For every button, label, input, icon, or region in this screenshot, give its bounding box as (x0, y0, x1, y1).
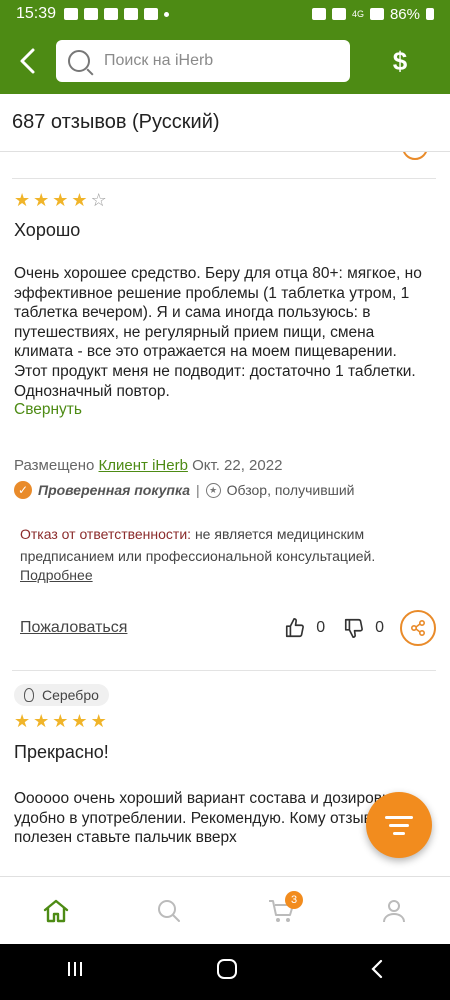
status-time: 15:39 (16, 5, 57, 22)
share-button[interactable] (400, 610, 436, 646)
home-button[interactable] (216, 958, 238, 986)
battery-percent: 86% (389, 5, 420, 23)
recents-icon (68, 962, 83, 976)
home-circle-icon (216, 959, 237, 979)
review-body: Очень хорошее средство. Беру для отца 80… (14, 265, 422, 400)
battery-icon (426, 8, 434, 20)
warning-icon (64, 8, 79, 20)
bottom-nav: 3 (0, 876, 450, 944)
filter-icon-line (389, 823, 409, 827)
votes: 0 0 (284, 617, 384, 639)
cart-count-badge: 3 (285, 891, 303, 909)
alarm-icon (331, 8, 346, 20)
back-button[interactable] (0, 28, 56, 94)
review-type: Обзор, получивший (226, 482, 355, 498)
network-type: 4G (351, 9, 364, 19)
nav-home[interactable] (0, 877, 113, 944)
filter-fab-button[interactable] (366, 792, 432, 858)
home-icon (44, 899, 69, 922)
thumbs-up-icon[interactable] (284, 617, 306, 639)
user-icon (382, 899, 405, 922)
star-filled-icon: ★ (52, 711, 69, 731)
author-link[interactable]: Клиент iHerb (99, 457, 188, 474)
like-count: 0 (316, 619, 326, 636)
divider (12, 670, 436, 671)
star-filled-icon: ★ (71, 711, 88, 731)
search-placeholder: Поиск на iHerb (104, 52, 214, 69)
search-icon (157, 899, 180, 922)
review-rating: ★ ★ ★ ★ ☆ (14, 191, 107, 209)
system-nav-bar (0, 944, 450, 1000)
app-header: Поиск на iHerb $ (0, 28, 450, 94)
verified-label: Проверенная покупка (38, 482, 190, 498)
divider (12, 178, 436, 179)
posted-prefix: Размещено (14, 457, 95, 474)
nav-search[interactable] (113, 877, 226, 944)
review-title: Прекрасно! (14, 742, 109, 762)
star-filled-icon: ★ (71, 190, 88, 210)
search-icon (68, 50, 90, 72)
share-icon (410, 619, 426, 637)
verified-purchase: ✓ Проверенная покупка | ★ Обзор, получив… (14, 481, 355, 499)
key-icon (311, 8, 326, 20)
review-date: Окт. 22, 2022 (192, 457, 283, 474)
dislike-count: 0 (375, 619, 384, 636)
collapse-link[interactable]: Свернуть (14, 401, 82, 419)
badge-icon: ★ (205, 482, 221, 498)
youtube-icon (84, 8, 99, 20)
review-rating: ★ ★ ★ ★ ★ (14, 712, 107, 730)
shield-icon (144, 8, 159, 20)
star-filled-icon: ★ (33, 190, 50, 210)
star-empty-icon: ☆ (90, 190, 107, 210)
status-right: 4G 86% (311, 5, 434, 23)
star-filled-icon: ★ (14, 711, 31, 731)
currency-button[interactable]: $ (350, 46, 450, 77)
signal-icon (369, 8, 384, 20)
status-bar: 15:39 4G 86% (0, 0, 450, 28)
silver-badge: Серебро (14, 684, 109, 706)
system-back-button[interactable] (369, 958, 385, 986)
thumbs-down-icon[interactable] (343, 617, 365, 639)
youtube-icon (104, 8, 119, 20)
reviews-list[interactable]: ★ ★ ★ ★ ☆ Хорошо Очень хорошее средство. Бер… (0, 152, 450, 876)
filter-icon-line (393, 831, 405, 835)
more-link[interactable]: Подробнее (20, 567, 93, 583)
nav-cart[interactable]: 3 (225, 877, 338, 944)
disclaimer-label: Отказ от ответственности: (20, 526, 192, 542)
reviews-count-title: 687 отзывов (Русский) (0, 94, 450, 152)
notification-icons (64, 8, 170, 20)
search-input[interactable]: Поиск на iHerb (56, 40, 350, 82)
review-actions: Пожаловаться 0 0 (20, 610, 436, 646)
recent-apps-button[interactable] (65, 959, 85, 985)
check-icon: ✓ (14, 481, 32, 499)
medal-icon (24, 688, 34, 702)
star-filled-icon: ★ (33, 711, 50, 731)
share-icon[interactable] (402, 152, 428, 160)
review-title: Хорошо (14, 220, 81, 240)
mail-icon (124, 8, 139, 20)
badge-label: Серебро (42, 687, 99, 703)
star-filled-icon: ★ (14, 190, 31, 210)
chevron-left-icon (20, 48, 35, 74)
report-link[interactable]: Пожаловаться (20, 619, 127, 637)
filter-icon (385, 815, 413, 819)
review-posted-line: Размещено Клиент iHerb Окт. 22, 2022 (14, 457, 282, 474)
back-arrow-icon (371, 959, 382, 979)
star-filled-icon: ★ (90, 711, 107, 731)
separator: | (196, 482, 200, 498)
star-filled-icon: ★ (52, 190, 69, 210)
nav-account[interactable] (338, 877, 450, 944)
dot-icon (164, 11, 170, 17)
disclaimer: Отказ от ответственности: не является ме… (20, 523, 420, 567)
